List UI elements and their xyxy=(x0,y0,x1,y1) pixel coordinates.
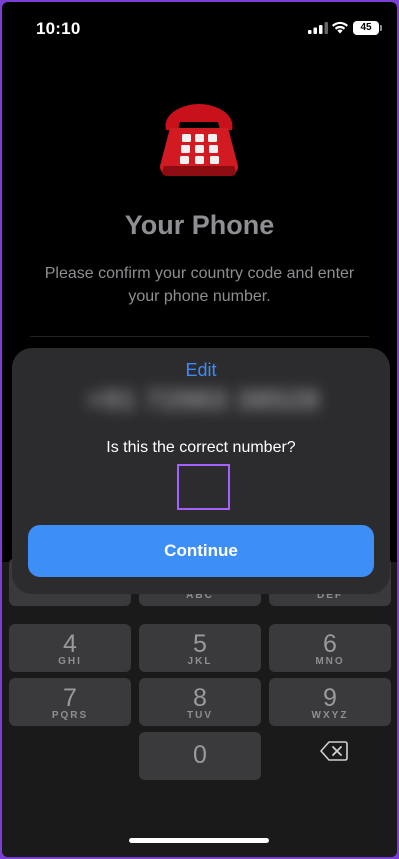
wifi-icon xyxy=(332,21,348,34)
edit-button[interactable]: Edit xyxy=(12,360,390,381)
key-digit: 5 xyxy=(193,630,207,658)
key-5[interactable]: 5 JKL xyxy=(139,624,261,672)
page-subtitle: Please confirm your country code and ent… xyxy=(44,265,355,305)
key-letters: WXYZ xyxy=(311,710,349,721)
confirm-question: Is this the correct number? xyxy=(106,439,296,456)
key-6[interactable]: 6 MNO xyxy=(269,624,391,672)
battery-icon: 45 xyxy=(353,21,382,35)
divider xyxy=(30,336,369,337)
home-indicator[interactable] xyxy=(129,838,269,843)
status-time: 10:10 xyxy=(36,19,81,38)
key-letters: TUV xyxy=(187,710,213,721)
key-4[interactable]: 4 GHI xyxy=(9,624,131,672)
key-digit: 6 xyxy=(323,630,337,658)
continue-button[interactable]: Continue xyxy=(28,525,374,577)
key-digit: 4 xyxy=(63,630,77,658)
key-7[interactable]: 7 PQRS xyxy=(9,678,131,726)
numeric-keypad: 1 2 ABC 3 DEF 4 GHI 5 JKL 6 MNO 7 PQRS 8… xyxy=(2,558,397,857)
key-letters: GHI xyxy=(58,656,82,667)
key-digit: 9 xyxy=(323,684,337,712)
key-digit: 7 xyxy=(63,684,77,712)
cellular-signal-icon xyxy=(308,22,328,34)
key-digit: 0 xyxy=(193,741,207,769)
key-0[interactable]: 0 xyxy=(139,732,261,780)
confirm-number-sheet: +91 72983 38528 Is this the correct numb… xyxy=(12,348,390,594)
backspace-icon[interactable] xyxy=(320,740,348,762)
telephone-emoji-icon xyxy=(160,104,238,176)
key-letters: PQRS xyxy=(51,710,89,721)
status-bar: 10:10 45 xyxy=(2,2,397,56)
page-title: Your Phone xyxy=(124,210,275,240)
key-digit: 8 xyxy=(193,684,207,712)
key-9[interactable]: 9 WXYZ xyxy=(269,678,391,726)
phone-number-display: +91 72983 38528 xyxy=(86,384,320,415)
key-8[interactable]: 8 TUV xyxy=(139,678,261,726)
edit-highlight xyxy=(177,464,230,510)
key-letters: JKL xyxy=(187,656,213,667)
phone-screen: 10:10 45 Your Phone Please confirm your … xyxy=(2,2,397,857)
key-letters: MNO xyxy=(315,656,345,667)
